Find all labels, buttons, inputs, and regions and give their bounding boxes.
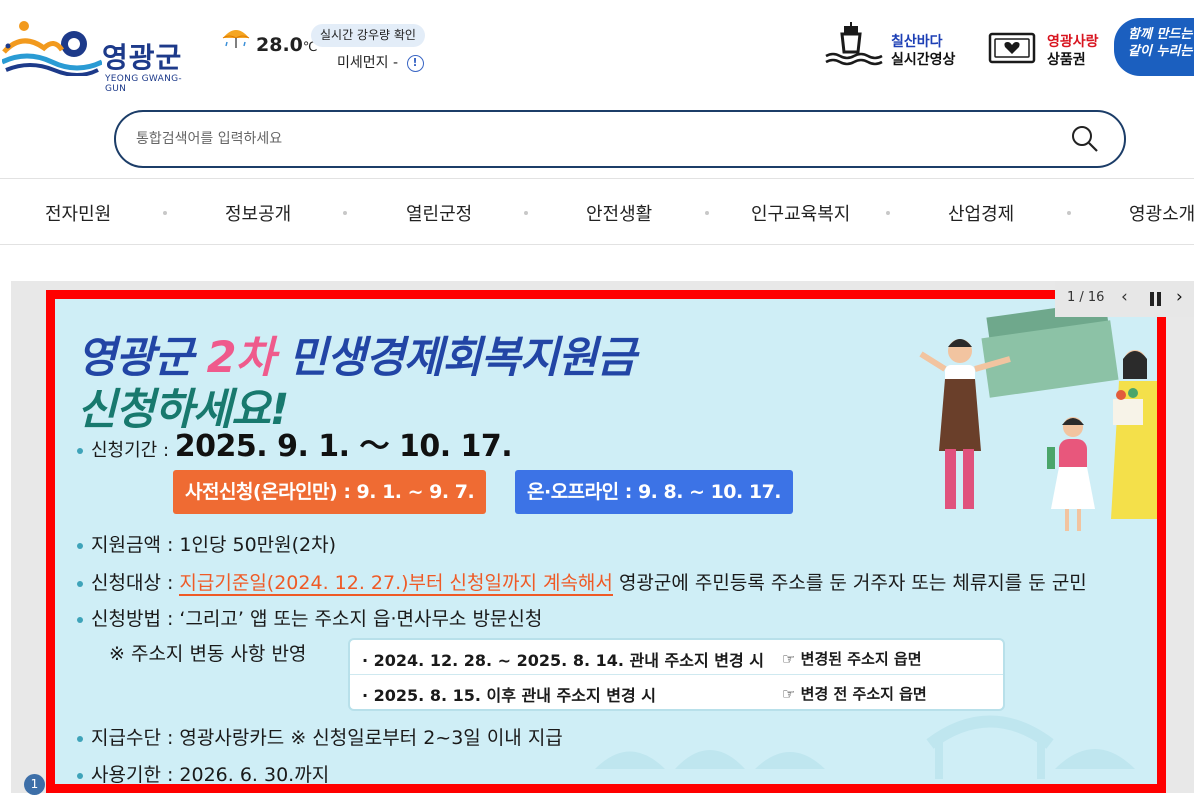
- nav-item-open-admin[interactable]: 열린군정: [406, 200, 472, 226]
- gift-card-icon: [988, 32, 1036, 64]
- chevron-left-icon[interactable]: ‹: [1121, 287, 1128, 307]
- search-icon[interactable]: [1070, 124, 1100, 154]
- fine-dust-status: 미세먼지 - !: [337, 52, 424, 72]
- site-logo[interactable]: 영광군 YEONG GWANG-GUN: [0, 12, 202, 94]
- lighthouse-icon: [825, 22, 883, 66]
- nav-separator: [705, 211, 709, 215]
- pre-application-tag: 사전신청(온라인만) : 9. 1. ~ 9. 7.: [173, 470, 487, 514]
- table-divider: [350, 674, 1003, 675]
- chevron-right-icon[interactable]: ›: [1176, 287, 1183, 307]
- nav-item-info-disclosure[interactable]: 정보공개: [225, 200, 291, 226]
- chilsan-sea-live-link[interactable]: 칠산바다 실시간영상: [824, 22, 974, 72]
- nav-separator: [163, 211, 167, 215]
- logo-subtitle: YEONG GWANG-GUN: [105, 74, 182, 94]
- live-video-label: 실시간영상: [891, 52, 956, 68]
- address-change-result-2: ☞ 변경 전 주소지 읍면: [782, 685, 927, 703]
- fine-dust-value: -: [392, 55, 399, 71]
- search-input[interactable]: [136, 126, 1036, 152]
- nav-item-about[interactable]: 영광소개: [1129, 200, 1194, 226]
- slogan-badge: 함께 만드는 같이 누리는: [1114, 18, 1194, 76]
- slide-counter: 1 / 16: [1067, 290, 1105, 305]
- nav-item-safety[interactable]: 안전생활: [586, 200, 652, 226]
- info-icon[interactable]: !: [406, 54, 424, 72]
- address-change-result-1: ☞ 변경된 주소지 읍면: [782, 650, 922, 668]
- application-method: 신청방법 : ‘그리고’ 앱 또는 주소지 읍·면사무소 방문신청: [77, 604, 542, 631]
- umbrella-rain-icon: [222, 30, 250, 48]
- application-period: 신청기간 : 2025. 9. 1. ～ 10. 17.: [77, 421, 513, 465]
- integrated-search: [114, 110, 1126, 168]
- yeonggwang-gift-card-link[interactable]: 영광사랑 상품권: [988, 22, 1108, 72]
- nav-item-economy[interactable]: 산업경제: [948, 200, 1014, 226]
- address-change-table: · 2024. 12. 28. ~ 2025. 8. 14. 관내 주소지 변경…: [348, 638, 1005, 711]
- weather-temperature: 28.0℃: [256, 34, 318, 56]
- support-amount: 지원금액 : 1인당 50만원(2차): [77, 530, 336, 557]
- gift-card-label: 상품권: [1047, 52, 1086, 68]
- main-navigation: 전자민원 정보공개 열린군정 안전생활 인구교육복지 산업경제 영광소개: [0, 178, 1194, 245]
- slogan-line2: 같이 누리는: [1128, 44, 1193, 59]
- nav-separator: [886, 211, 890, 215]
- nav-separator: [343, 211, 347, 215]
- address-change-row-2: · 2025. 8. 15. 이후 관내 주소지 변경 시: [362, 686, 657, 705]
- gift-card-brand-label: 영광사랑: [1047, 34, 1099, 50]
- payment-method: 지급수단 : 영광사랑카드 ※ 신청일로부터 2~3일 이내 지급: [77, 723, 563, 750]
- banner-slide[interactable]: 영광군 2차 민생경제회복지원금 신청하세요! 신청기간 : 2025. 9. …: [46, 290, 1166, 793]
- usage-deadline: 사용기한 : 2026. 6. 30.까지: [77, 760, 329, 784]
- slider-controls: 1 / 16 ‹ ›: [1055, 281, 1194, 317]
- eligibility: 신청대상 : 지급기준일(2024. 12. 27.)부터 신청일까지 계속해서…: [77, 568, 1087, 596]
- address-change-row-1: · 2024. 12. 28. ~ 2025. 8. 14. 관내 주소지 변경…: [362, 651, 764, 670]
- nav-separator: [1067, 211, 1071, 215]
- nav-item-welfare[interactable]: 인구교육복지: [751, 200, 850, 226]
- nav-item-e-civil[interactable]: 전자민원: [45, 200, 111, 226]
- logo-symbol-icon: [0, 21, 104, 77]
- online-offline-tag: 온·오프라인 : 9. 8. ~ 10. 17.: [515, 470, 794, 514]
- realtime-rainfall-button[interactable]: 실시간 강우량 확인: [311, 24, 425, 47]
- chilsan-sea-label: 칠산바다: [891, 34, 943, 50]
- site-header: 영광군 YEONG GWANG-GUN 28.0℃ 실시간 강우량 확인 미세먼…: [0, 0, 1194, 100]
- slide-page-bullet[interactable]: 1: [24, 774, 45, 795]
- fine-dust-label: 미세먼지: [337, 55, 389, 71]
- address-change-note-label: ※ 주소지 변동 사항 반영: [109, 643, 307, 665]
- pause-icon[interactable]: [1150, 292, 1162, 306]
- nav-separator: [524, 211, 528, 215]
- slogan-line1: 함께 만드는: [1128, 27, 1193, 42]
- logo-name: 영광군: [102, 41, 183, 74]
